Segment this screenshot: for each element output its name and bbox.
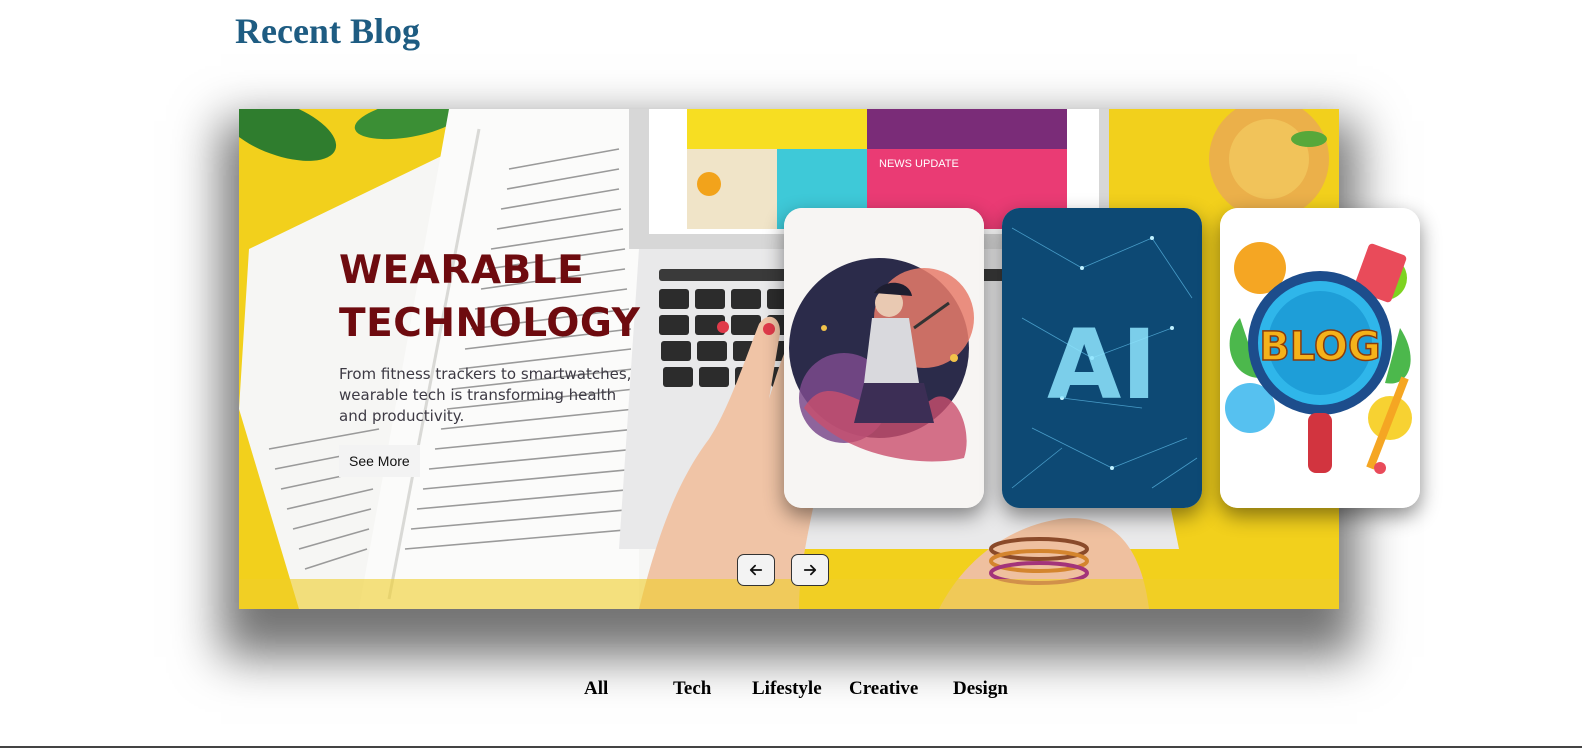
filter-tab-tech[interactable]: Tech (673, 678, 711, 700)
hero-heading: WEARABLE TECHNOLOGY (339, 244, 641, 350)
filter-tab-design[interactable]: Design (953, 678, 1008, 700)
hero-description: From fitness trackers to smartwatches, w… (339, 365, 632, 425)
hero-slider: NEWS UPDATE WEARABLE TECHNOLOGY From fit… (239, 109, 1420, 609)
arrow-left-icon (749, 564, 763, 576)
filter-tab-all[interactable]: All (584, 678, 608, 700)
hero-heading-line2: TECHNOLOGY (339, 301, 641, 346)
hero-content: WEARABLE TECHNOLOGY From fitness tracker… (339, 244, 641, 477)
page-title: Recent Blog (235, 11, 420, 51)
screen-news-text: NEWS UPDATE (879, 158, 959, 170)
filter-tab-lifestyle[interactable]: Lifestyle (752, 678, 822, 700)
hero-heading-line1: WEARABLE (339, 248, 585, 293)
blog-text: BLOG (1259, 324, 1380, 370)
thumbnail-ai[interactable]: AI (1002, 208, 1202, 508)
filter-tab-creative[interactable]: Creative (849, 678, 918, 700)
thumbnail-blog[interactable]: BLOG (1220, 208, 1420, 508)
see-more-button[interactable]: See More (339, 445, 420, 477)
prev-button[interactable] (737, 554, 775, 586)
next-button[interactable] (791, 554, 829, 586)
thumbnail-creative[interactable] (784, 208, 984, 508)
arrow-right-icon (803, 564, 817, 576)
ai-text: AI (1047, 309, 1157, 421)
